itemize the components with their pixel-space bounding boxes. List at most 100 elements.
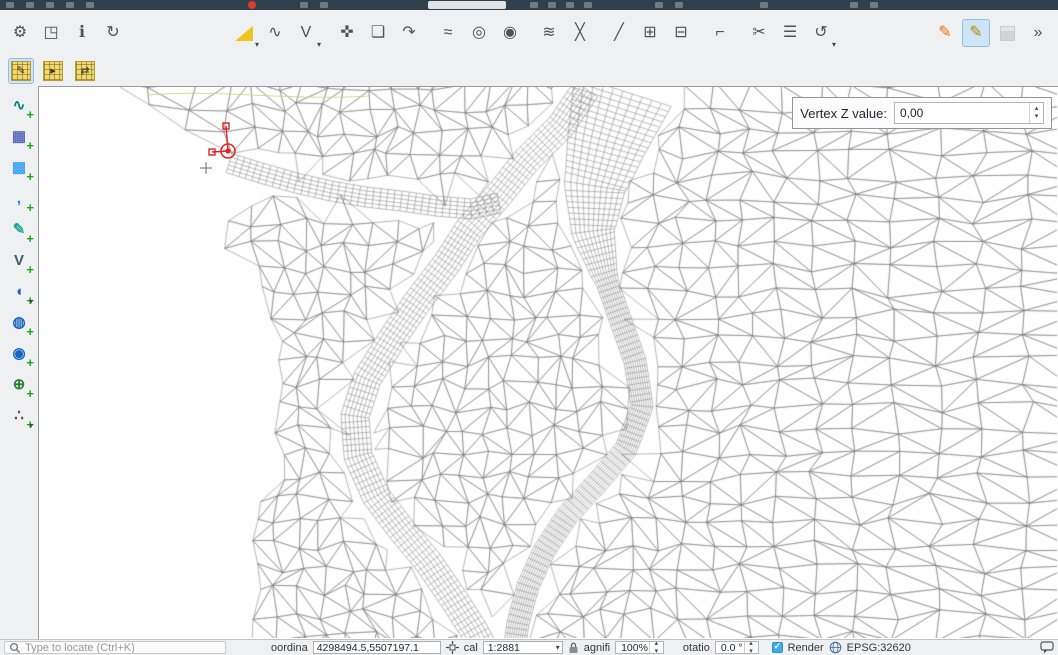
merge-attributes-glyph: ⊟ [674, 25, 687, 41]
toolbar-overflow-glyph: » [1034, 25, 1043, 41]
add-point-cloud-layer-button[interactable]: ∴+ [6, 402, 32, 428]
titlebar-icon [300, 2, 308, 8]
add-vector-layer-glyph: ∿ [13, 98, 26, 113]
add-raster-layer-button[interactable]: ▦+ [6, 123, 32, 149]
render-checkbox[interactable] [772, 642, 783, 653]
spinner-buttons[interactable] [1029, 103, 1043, 123]
add-wms-layer-button[interactable]: ◖+ [6, 278, 32, 304]
magnifier-value: 100% [621, 642, 648, 654]
identify-features-button[interactable]: ℹ [68, 19, 96, 47]
add-plus-badge: + [26, 262, 34, 277]
vertex-tool-glyph: V [301, 25, 312, 41]
add-ring-button[interactable]: ◎ [465, 19, 493, 47]
add-vector-layer-button[interactable]: ∿+ [6, 92, 32, 118]
titlebar-icon [870, 2, 878, 8]
simplify-feature-glyph: ≈ [444, 25, 453, 41]
project-options-glyph: ⚙ [13, 25, 27, 41]
chevron-down-icon [317, 40, 321, 49]
add-virtual-layer-button[interactable]: V+ [6, 247, 32, 273]
crs-globe-icon[interactable] [829, 641, 842, 654]
merge-features-button[interactable]: ⊞ [636, 19, 664, 47]
offset-curve-button[interactable]: ≋ [535, 19, 563, 47]
new-annotation-button[interactable]: ◳ [37, 19, 65, 47]
crs-label: EPSG:32620 [847, 642, 911, 654]
rotate-point-symbols-button[interactable]: ↺ [807, 19, 835, 47]
digitize-mesh-elements-glyph: ✎ [11, 61, 31, 81]
spinner-buttons[interactable] [744, 642, 758, 653]
refresh-map-glyph: ↻ [106, 25, 119, 41]
add-arcgis-rest-layer-button[interactable]: ⊕+ [6, 371, 32, 397]
refresh-map-button[interactable]: ↻ [99, 19, 127, 47]
locate-search-input[interactable]: Type to locate (Ctrl+K) [4, 641, 226, 654]
add-virtual-layer-glyph: V [14, 253, 24, 268]
magnifier-input[interactable]: 100% [615, 641, 664, 654]
select-mesh-elements-button[interactable]: ▸ [40, 58, 66, 84]
scale-combobox[interactable]: 1:2881 [483, 641, 563, 654]
attributes-list-button[interactable]: ☰ [776, 19, 804, 47]
rotate-feature-button[interactable]: ↷ [395, 19, 423, 47]
statusbar: Type to locate (Ctrl+K) oordina 4298494.… [0, 639, 1058, 655]
fill-ring-button[interactable]: ◉ [496, 19, 524, 47]
messages-icon[interactable] [1040, 641, 1054, 654]
cut-scissors-glyph: ✂ [752, 25, 765, 41]
cut-scissors-button[interactable]: ✂ [745, 19, 773, 47]
add-wcs-layer-glyph: ◍ [12, 315, 25, 330]
add-delimited-text-layer-button[interactable]: ,+ [6, 185, 32, 211]
rotate-feature-glyph: ↷ [402, 25, 415, 41]
add-delimited-text-layer-glyph: , [17, 191, 21, 206]
titlebar [0, 0, 1058, 10]
stream-digitizing-button[interactable]: ∿ [261, 19, 289, 47]
add-plus-badge: + [26, 231, 34, 246]
extents-icon[interactable] [446, 641, 459, 654]
merge-attributes-button[interactable]: ⊟ [667, 19, 695, 47]
toggle-editing-button[interactable]: ✎ [962, 19, 990, 47]
mesh-layer-canvas[interactable] [39, 87, 1057, 638]
render-label: Render [788, 642, 824, 654]
chevron-down-icon [29, 421, 33, 430]
split-parts-glyph: ╱ [614, 25, 624, 41]
titlebar-icon [66, 2, 74, 8]
toolbar-overflow-button[interactable]: » [1024, 19, 1052, 47]
add-wfs-layer-button[interactable]: ◉+ [6, 340, 32, 366]
add-arcgis-rest-layer-glyph: ⊕ [13, 377, 26, 392]
add-mesh-layer-button[interactable]: ▩+ [6, 154, 32, 180]
rotation-input[interactable]: 0.0 ° [715, 641, 759, 654]
add-ring-glyph: ◎ [472, 25, 486, 41]
split-features-button[interactable]: ╳ [566, 19, 594, 47]
annotation-pencil-button[interactable]: ✎ [931, 19, 959, 47]
coordinate-input[interactable]: 4298494.5,5507197.1 [313, 641, 441, 654]
add-spatialite-layer-glyph: ✎ [13, 222, 26, 237]
move-feature-button[interactable]: ✜ [333, 19, 361, 47]
map-canvas[interactable]: Vertex Z value: 0,00 [38, 86, 1058, 639]
spinner-buttons[interactable] [649, 642, 663, 653]
search-icon [9, 642, 21, 654]
vertex-tool-button[interactable]: V [292, 19, 320, 47]
vertex-z-input[interactable]: 0,00 [894, 102, 1044, 124]
trim-extend-glyph: ⌐ [715, 25, 724, 41]
add-wcs-layer-button[interactable]: ◍+ [6, 309, 32, 335]
main-area: ∿+▦+▩+,+✎+V+◖+◍+◉+⊕+∴+ Vertex Z value: 0… [0, 86, 1058, 639]
simplify-feature-button[interactable]: ≈ [434, 19, 462, 47]
project-options-button[interactable]: ⚙ [6, 19, 34, 47]
toolbar-mesh-digitizing: ✎ ▸ ⇄ [0, 56, 1058, 86]
select-mesh-elements-glyph: ▸ [43, 61, 63, 81]
digitize-mesh-elements-button[interactable]: ✎ [8, 58, 34, 84]
identify-features-glyph: ℹ [79, 25, 85, 41]
transform-mesh-vertices-button[interactable]: ⇄ [72, 58, 98, 84]
titlebar-icon [26, 2, 34, 8]
trim-extend-button[interactable]: ⌐ [706, 19, 734, 47]
split-parts-button[interactable]: ╱ [605, 19, 633, 47]
measure-tool-button[interactable] [230, 19, 258, 47]
titlebar-icon [548, 2, 556, 8]
transform-mesh-vertices-glyph: ⇄ [75, 61, 95, 81]
titlebar-icon [320, 2, 328, 8]
titlebar-icon [566, 2, 574, 8]
copy-move-feature-button[interactable]: ❏ [364, 19, 392, 47]
add-spatialite-layer-button[interactable]: ✎+ [6, 216, 32, 242]
coordinate-label: oordina [271, 642, 308, 654]
chevron-down-icon [255, 40, 259, 49]
split-features-glyph: ╳ [575, 25, 585, 41]
lock-scale-icon[interactable] [568, 641, 579, 654]
save-edits-button[interactable] [993, 19, 1021, 47]
locate-placeholder: Type to locate (Ctrl+K) [25, 642, 135, 654]
